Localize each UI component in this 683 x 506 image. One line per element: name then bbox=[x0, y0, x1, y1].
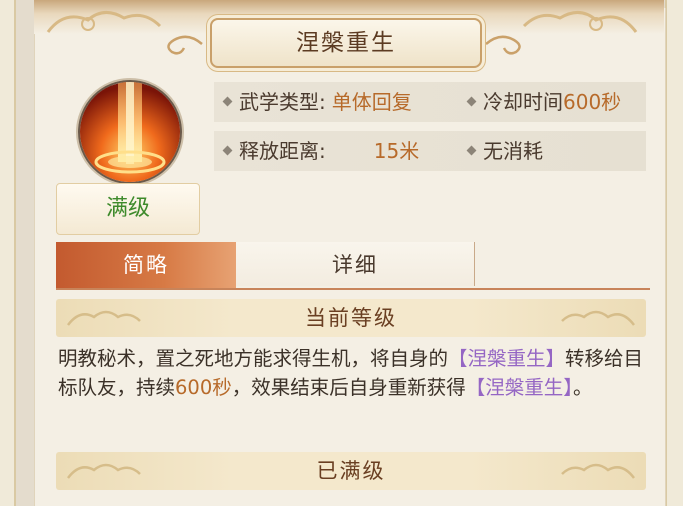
flame-pillar-icon bbox=[78, 80, 182, 184]
cloud-ornament-icon bbox=[67, 310, 141, 326]
current-level-label: 当前等级 bbox=[305, 306, 397, 330]
cloud-ornament-icon bbox=[67, 463, 141, 479]
cloud-ornament-icon bbox=[561, 310, 635, 326]
cooldown-label: 冷却时间 bbox=[483, 90, 563, 114]
bullet-diamond-icon bbox=[222, 145, 233, 156]
cooldown-cell: 冷却时间600秒 bbox=[466, 82, 622, 122]
max-level-label: 已满级 bbox=[316, 459, 386, 483]
bullet-diamond-icon bbox=[466, 145, 477, 156]
desc-text-4: 。 bbox=[573, 376, 593, 399]
info-row-range: 释放距离: 15米 无消耗 bbox=[214, 131, 646, 171]
skill-type-value: 单体回复 bbox=[331, 90, 412, 114]
skill-type-label: 武学类型: bbox=[239, 90, 326, 114]
left-panel-border bbox=[14, 0, 16, 506]
range-value: 15米 bbox=[373, 139, 420, 163]
skill-title: 涅槃重生 bbox=[210, 18, 482, 68]
cost-value: 无消耗 bbox=[483, 139, 543, 163]
skill-type-cell: 武学类型: 单体回复 bbox=[222, 82, 412, 122]
max-level-header: 已满级 bbox=[56, 452, 646, 490]
duration-value: 600秒 bbox=[175, 376, 232, 399]
skill-description: 明教秘术，置之死地方能求得生机，将自身的【涅槃重生】转移给目标队友，持续600秒… bbox=[58, 344, 648, 402]
skill-link-nirvana-2[interactable]: 【涅槃重生】 bbox=[466, 376, 573, 399]
skill-link-nirvana[interactable]: 【涅槃重生】 bbox=[448, 347, 565, 370]
title-scroll-right-icon bbox=[485, 35, 521, 55]
range-label: 释放距离: bbox=[239, 139, 326, 163]
cloud-ornament-left-icon bbox=[46, 11, 162, 33]
title-scroll-left-icon bbox=[167, 35, 203, 55]
cloud-ornament-icon bbox=[561, 463, 635, 479]
cloud-ornament-right-icon bbox=[522, 11, 638, 33]
bullet-diamond-icon bbox=[222, 96, 233, 107]
desc-text-1: 明教秘术，置之死地方能求得生机，将自身的 bbox=[58, 347, 449, 370]
tab-detailed[interactable]: 详细 bbox=[236, 242, 475, 286]
info-row-type: 武学类型: 单体回复 冷却时间600秒 bbox=[214, 82, 646, 122]
right-panel-edge bbox=[665, 0, 683, 506]
cooldown-value: 600秒 bbox=[563, 90, 622, 114]
level-badge: 满级 bbox=[56, 183, 200, 235]
desc-text-3: ，效果结束后自身重新获得 bbox=[231, 376, 466, 399]
cost-cell: 无消耗 bbox=[466, 131, 543, 171]
current-level-header: 当前等级 bbox=[56, 299, 646, 337]
range-cell: 释放距离: 15米 bbox=[222, 131, 420, 171]
detail-tabs: 简略 详细 bbox=[56, 242, 650, 290]
tab-brief[interactable]: 简略 bbox=[56, 242, 236, 288]
bullet-diamond-icon bbox=[466, 96, 477, 107]
